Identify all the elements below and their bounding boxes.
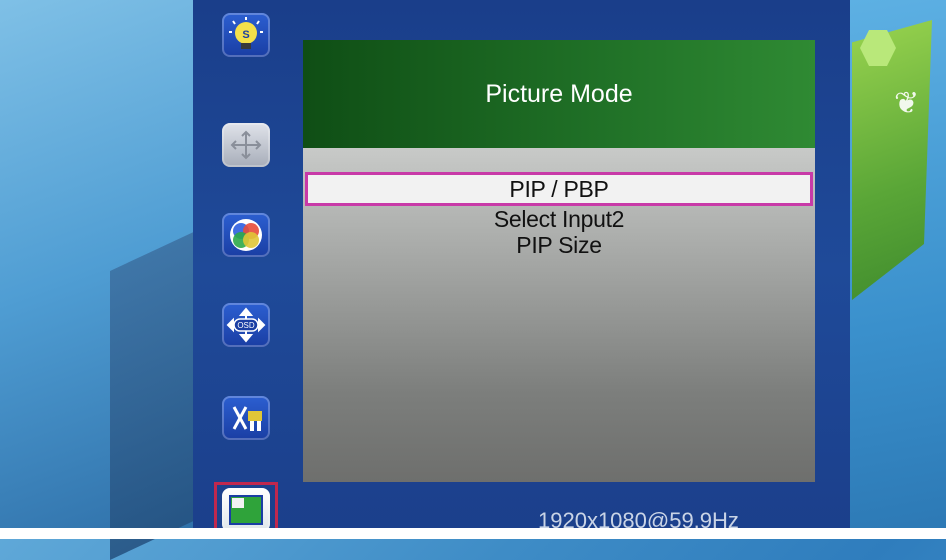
page-title: Picture Mode xyxy=(303,40,815,148)
osd-settings-icon[interactable]: OSD xyxy=(217,300,275,350)
butterfly-icon: ❦ xyxy=(894,86,920,121)
svg-text:OSD: OSD xyxy=(237,321,255,330)
svg-text:S: S xyxy=(242,29,249,41)
osd-submenu: PIP / PBP Select Input2 PIP Size xyxy=(303,172,815,258)
menu-item-pip-size[interactable]: PIP Size xyxy=(303,232,815,258)
tools-icon[interactable] xyxy=(217,393,275,443)
menu-item-select-input2[interactable]: Select Input2 xyxy=(303,206,815,232)
wallpaper-shape xyxy=(110,229,200,560)
osd-sidebar: S OSD xyxy=(193,0,303,539)
screen-edge xyxy=(0,528,946,539)
wallpaper-green-shape xyxy=(852,20,932,300)
brightness-icon[interactable]: S xyxy=(217,10,275,60)
monitor-osd-menu: S OSD Picture Mode PIP / PBP Select Inpu… xyxy=(193,0,850,539)
menu-item-pip-pbp[interactable]: PIP / PBP xyxy=(305,172,813,206)
desktop-wallpaper-right: ❦ xyxy=(850,0,946,539)
position-icon[interactable] xyxy=(217,120,275,170)
color-icon[interactable] xyxy=(217,210,275,260)
desktop-wallpaper-left xyxy=(0,0,200,560)
osd-content-panel: Picture Mode PIP / PBP Select Input2 PIP… xyxy=(303,40,815,482)
